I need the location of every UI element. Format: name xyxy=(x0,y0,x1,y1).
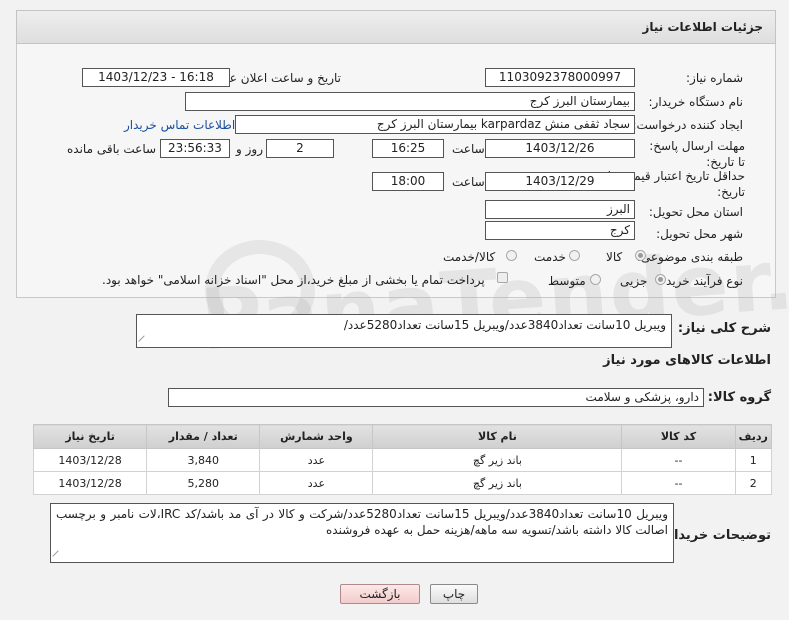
goods-section-title: اطلاعات کالاهای مورد نیاز xyxy=(603,353,771,368)
remaining-time-field: 23:56:33 xyxy=(160,139,230,158)
category-label: طبقه بندی موضوعی: xyxy=(636,250,743,264)
category-radio-goods-service[interactable] xyxy=(506,250,517,261)
deadline-time-field: 16:25 xyxy=(372,139,444,158)
price-validity-date-field: 1403/12/29 xyxy=(485,172,635,191)
province-field: البرز xyxy=(485,200,635,219)
category-radio-goods[interactable] xyxy=(635,250,646,261)
announce-field: 1403/12/23 - 16:18 xyxy=(82,68,230,87)
category-option-goods-service: کالا/خدمت xyxy=(443,250,496,264)
days-field: 2 xyxy=(266,139,334,158)
deadline-time-label: ساعت xyxy=(452,142,485,156)
process-option-minor: جزیی xyxy=(620,274,648,288)
price-validity-time-field: 18:00 xyxy=(372,172,444,191)
buyer-notes-text: ویبریل 10سانت تعداد3840عدد/ویبریل 15سانت… xyxy=(56,507,668,537)
buyer-field: بیمارستان البرز کرج xyxy=(185,92,635,111)
treasury-payment-note: پرداخت تمام یا بخشی از مبلغ خرید،از محل … xyxy=(102,273,485,287)
process-option-medium: متوسط xyxy=(548,274,586,288)
process-label: نوع فرآیند خرید : xyxy=(658,274,743,288)
buyer-notes-label: توضیحات خریدار: xyxy=(661,528,771,543)
days-label: روز و xyxy=(236,142,263,156)
row-name: باند زیر گچ xyxy=(372,471,623,495)
description-label: شرح کلی نیاز: xyxy=(677,321,771,336)
col-qty: تعداد / مقدار xyxy=(146,424,261,449)
buyer-notes-textarea[interactable]: ویبریل 10سانت تعداد3840عدد/ویبریل 15سانت… xyxy=(50,503,674,563)
row-qty: 5,280 xyxy=(146,471,261,495)
row-index: 1 xyxy=(734,448,773,472)
need-number-label: شماره نیاز: xyxy=(686,71,743,85)
price-validity-time-label: ساعت xyxy=(452,175,485,189)
row-code: -- xyxy=(621,471,736,495)
city-field: کرج xyxy=(485,221,635,240)
col-date: تاریخ نیاز xyxy=(32,424,148,449)
remaining-label: ساعت باقی مانده xyxy=(67,142,157,156)
goods-group-field: دارو، پزشکی و سلامت xyxy=(168,388,704,407)
page-title: جزئیات اطلاعات نیاز xyxy=(642,20,763,34)
creator-field: سجاد ثقفی منش karpardaz بیمارستان البرز … xyxy=(235,115,635,134)
buyer-label: نام دستگاه خریدار: xyxy=(648,95,744,109)
treasury-payment-checkbox[interactable] xyxy=(497,272,508,283)
row-date: 1403/12/28 xyxy=(32,448,148,472)
resize-grip-icon[interactable] xyxy=(52,550,64,562)
row-unit: عدد xyxy=(259,448,374,472)
process-radio-minor[interactable] xyxy=(655,274,666,285)
category-option-service: خدمت xyxy=(534,250,566,264)
city-label: شهر محل تحویل: xyxy=(656,227,743,241)
buyer-contact-link[interactable]: اطلاعات تماس خریدار xyxy=(124,118,235,132)
category-option-goods: کالا xyxy=(606,250,623,264)
row-index: 2 xyxy=(734,471,773,495)
row-code: -- xyxy=(621,448,736,472)
col-name: نام کالا xyxy=(372,424,623,449)
col-index: ردیف xyxy=(734,424,773,449)
print-button[interactable]: چاپ xyxy=(430,584,478,604)
goods-table: ردیف کد کالا نام کالا واحد شمارش تعداد /… xyxy=(32,424,773,495)
back-button[interactable]: بازگشت xyxy=(340,584,420,604)
description-textarea[interactable]: ویبریل 10سانت تعداد3840عدد/ویبریل 15سانت… xyxy=(136,314,672,348)
deadline-label: مهلت ارسال پاسخ: تا تاریخ: xyxy=(649,139,745,169)
goods-table-header: ردیف کد کالا نام کالا واحد شمارش تعداد /… xyxy=(32,424,773,449)
category-radio-service[interactable] xyxy=(569,250,580,261)
col-code: کد کالا xyxy=(621,424,736,449)
row-qty: 3,840 xyxy=(146,448,261,472)
goods-group-label: گروه کالا: xyxy=(707,390,771,405)
row-unit: عدد xyxy=(259,471,374,495)
creator-label: ایجاد کننده درخواست: xyxy=(632,118,743,132)
description-text: ویبریل 10سانت تعداد3840عدد/ویبریل 15سانت… xyxy=(343,318,666,332)
need-number-field: 1103092378000997 xyxy=(485,68,635,87)
province-label: استان محل تحویل: xyxy=(648,205,743,219)
table-row: 1 -- باند زیر گچ عدد 3,840 1403/12/28 xyxy=(32,448,773,472)
resize-grip-icon[interactable] xyxy=(138,335,150,347)
row-name: باند زیر گچ xyxy=(372,448,623,472)
col-unit: واحد شمارش xyxy=(259,424,374,449)
table-row: 2 -- باند زیر گچ عدد 5,280 1403/12/28 xyxy=(32,471,773,495)
panel-header: جزئیات اطلاعات نیاز xyxy=(16,10,776,44)
row-date: 1403/12/28 xyxy=(32,471,148,495)
process-radio-medium[interactable] xyxy=(590,274,601,285)
deadline-date-field: 1403/12/26 xyxy=(485,139,635,158)
